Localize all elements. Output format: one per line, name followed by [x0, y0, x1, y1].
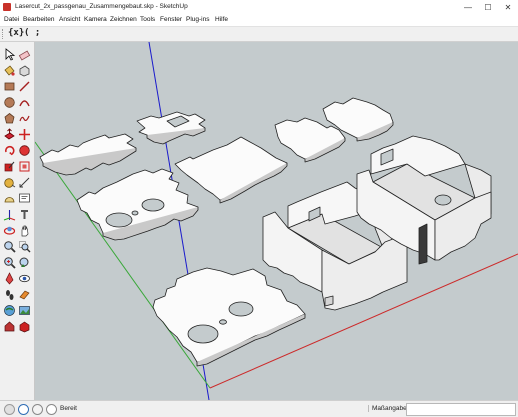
push-pull-icon[interactable] — [3, 128, 16, 141]
line-icon[interactable] — [18, 80, 31, 93]
dimension-icon[interactable] — [18, 176, 31, 189]
minimize-button[interactable]: — — [458, 0, 478, 14]
select-icon[interactable] — [3, 48, 16, 61]
menu-datei[interactable]: Datei — [4, 16, 19, 23]
ruby-console-button[interactable]: {x} — [8, 28, 24, 40]
box-2-hole — [434, 194, 452, 206]
plate-7-hole-b — [228, 301, 254, 317]
model-scene — [35, 42, 518, 400]
position-camera-icon[interactable] — [3, 272, 16, 285]
tape-measure-icon[interactable] — [3, 176, 16, 189]
rectangle-icon[interactable] — [3, 80, 16, 93]
make-component-icon[interactable] — [18, 64, 31, 77]
info-icon[interactable] — [18, 404, 29, 415]
menu-plugins[interactable]: Plug-ins — [186, 16, 209, 23]
tool-palette — [0, 42, 35, 400]
menu-ansicht[interactable]: Ansicht — [59, 16, 80, 23]
pan-icon[interactable] — [18, 224, 31, 237]
close-button[interactable]: ✕ — [498, 0, 518, 14]
plate-4[interactable] — [174, 136, 288, 201]
offset-icon[interactable] — [18, 160, 31, 173]
previous-view-icon[interactable] — [18, 256, 31, 269]
paint-bucket-icon[interactable] — [3, 64, 16, 77]
maximize-button[interactable]: ☐ — [478, 0, 498, 14]
protractor-icon[interactable] — [3, 192, 16, 205]
geo-location-icon[interactable] — [3, 304, 16, 317]
top-toolbar: {x} ( ; — [0, 27, 518, 42]
plate-3-hole-a — [105, 212, 133, 228]
warehouse-icon[interactable] — [3, 320, 16, 333]
orbit-icon[interactable] — [3, 224, 16, 237]
photo-texture-icon[interactable] — [18, 304, 31, 317]
ruby-code-button[interactable]: ( ; — [24, 28, 40, 40]
3d-text-icon[interactable] — [18, 208, 31, 221]
help-icon[interactable] — [46, 404, 57, 415]
menu-fenster[interactable]: Fenster — [160, 16, 182, 23]
plate-3-hole-b — [141, 198, 165, 212]
text-icon[interactable] — [18, 192, 31, 205]
window-title: Lasercut_2x_passgenau_Zusammengebaut.skp… — [15, 3, 188, 10]
rotate-icon[interactable] — [3, 144, 16, 157]
box-1-tab-edge — [324, 295, 334, 307]
sketchup-app-icon — [3, 3, 11, 11]
toolbar-grip[interactable] — [2, 29, 5, 39]
zoom-window-icon[interactable] — [18, 240, 31, 253]
measurements-input[interactable] — [406, 403, 516, 416]
follow-me-icon[interactable] — [18, 144, 31, 157]
walk-icon[interactable] — [3, 288, 16, 301]
menu-zeichnen[interactable]: Zeichnen — [110, 16, 137, 23]
plate-7-hole-c — [219, 319, 227, 325]
arc-icon[interactable] — [18, 96, 31, 109]
polygon-icon[interactable] — [3, 112, 16, 125]
menu-kamera[interactable]: Kamera — [84, 16, 107, 23]
box-2-hatch-edge — [418, 223, 428, 265]
title-bar: Lasercut_2x_passgenau_Zusammengebaut.skp… — [0, 0, 518, 15]
plate-7-hole-a — [187, 324, 219, 344]
status-bar: Bereit Maßangaben — [0, 400, 518, 417]
zoom-icon[interactable] — [3, 240, 16, 253]
status-text: Bereit — [60, 405, 77, 412]
circle-icon[interactable] — [3, 96, 16, 109]
eraser-icon[interactable] — [18, 48, 31, 61]
credit-icon[interactable] — [32, 404, 43, 415]
scale-icon[interactable] — [3, 160, 16, 173]
drawing-viewport[interactable] — [35, 42, 518, 400]
geo-status-icon[interactable] — [4, 404, 15, 415]
zoom-extents-icon[interactable] — [3, 256, 16, 269]
axes-icon[interactable] — [3, 208, 16, 221]
move-icon[interactable] — [18, 128, 31, 141]
freehand-icon[interactable] — [18, 112, 31, 125]
menu-bearbeiten[interactable]: Bearbeiten — [23, 16, 54, 23]
menu-tools[interactable]: Tools — [140, 16, 155, 23]
menu-bar: Datei Bearbeiten Ansicht Kamera Zeichnen… — [0, 14, 518, 27]
section-plane-icon[interactable] — [18, 288, 31, 301]
measurements-label: Maßangaben — [368, 405, 410, 412]
look-around-icon[interactable] — [18, 272, 31, 285]
plate-3-hole-c — [131, 210, 139, 216]
menu-hilfe[interactable]: Hilfe — [215, 16, 228, 23]
extension-icon[interactable] — [18, 320, 31, 333]
